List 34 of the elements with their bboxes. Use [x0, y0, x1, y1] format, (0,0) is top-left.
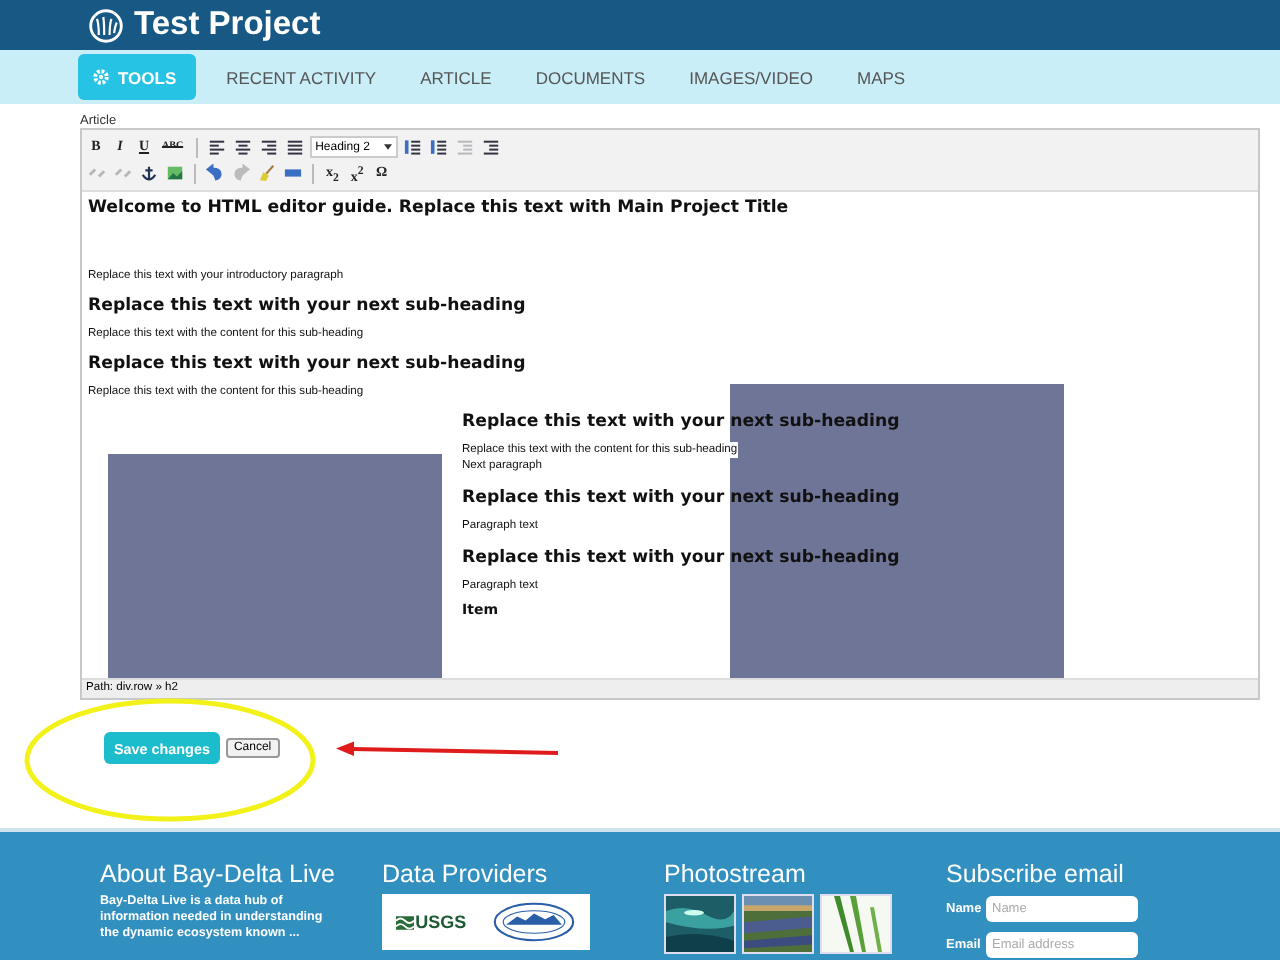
align-justify-icon[interactable]: [285, 138, 304, 156]
image-icon[interactable]: [166, 164, 184, 182]
undo-icon[interactable]: [206, 164, 224, 182]
indent-icon[interactable]: [481, 138, 500, 156]
heading-text: Replace this text with your next sub-heading: [462, 486, 902, 510]
nav-tab[interactable]: IMAGES/VIDEO: [667, 54, 835, 100]
footer-heading: Photostream: [664, 860, 808, 888]
nav-tab[interactable]: ARTICLE: [398, 54, 514, 100]
bullet-list-icon[interactable]: [403, 138, 422, 156]
align-left-icon[interactable]: [207, 138, 226, 156]
usgs-logo: USGS: [395, 912, 467, 932]
align-right-icon[interactable]: [259, 138, 278, 156]
html-editor[interactable]: [80, 128, 1260, 700]
align-center-icon[interactable]: [233, 138, 252, 156]
nav-tab[interactable]: RECENT ACTIVITY: [204, 54, 399, 100]
nav-tab[interactable]: MAPS: [834, 54, 928, 100]
site-title[interactable]: Test Project: [134, 6, 321, 44]
footer-heading: Data Providers: [382, 860, 550, 888]
footer-heading: Subscribe email: [946, 860, 1126, 888]
footer-heading: About Bay-Delta Live: [100, 860, 337, 888]
heading-text: Replace this text with your next sub-heading: [88, 352, 528, 376]
heading-text: Replace this text with your next sub-heading: [88, 294, 528, 318]
caret-icon: [383, 144, 392, 150]
nav-tab[interactable]: DOCUMENTS: [513, 54, 668, 100]
provider-logos[interactable]: USGS: [382, 894, 590, 950]
agency-seal-icon: [492, 900, 577, 944]
heading-text: Replace this text with your next sub-heading: [462, 546, 902, 570]
anchor-icon[interactable]: [140, 164, 158, 182]
broom-icon[interactable]: [258, 164, 276, 182]
numbered-list-icon[interactable]: [429, 138, 448, 156]
heading-text: Welcome to HTML editor guide. Replace this text with Main Project Title: [88, 196, 791, 220]
heading-text: Replace this text with your next sub-heading: [462, 410, 902, 434]
logo-icon: [88, 7, 124, 43]
gear-icon: [92, 68, 110, 86]
